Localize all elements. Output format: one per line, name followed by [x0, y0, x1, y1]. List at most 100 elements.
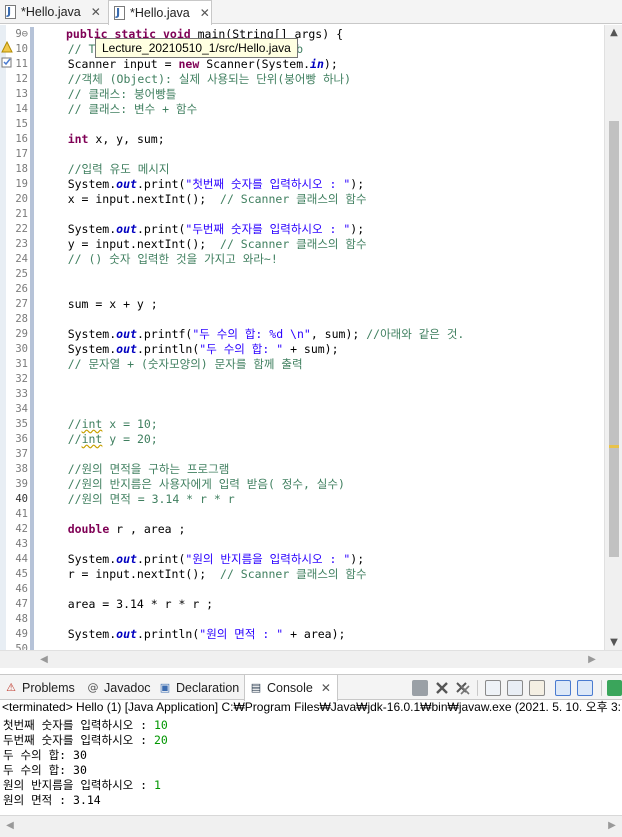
- remove-all-icon[interactable]: [455, 680, 471, 696]
- line-number: 25: [15, 268, 28, 280]
- code-line[interactable]: //int x = 10;: [40, 417, 158, 432]
- code-line[interactable]: //int y = 20;: [40, 432, 158, 447]
- declaration-icon: ▣: [159, 680, 171, 694]
- line-number: 27: [15, 298, 28, 310]
- word-wrap-icon[interactable]: [507, 680, 523, 696]
- console-output[interactable]: 첫번째 숫자를 입력하시오 : 10 두번째 숫자를 입력하시오 : 20 두 수의…: [0, 716, 622, 816]
- scroll-right-icon[interactable]: ▶: [604, 816, 620, 836]
- code-line[interactable]: double r , area ;: [40, 522, 186, 537]
- change-marker: [30, 327, 34, 342]
- code-line[interactable]: area = 3.14 * r * r ;: [40, 597, 213, 612]
- tab-console[interactable]: ▤ Console ✕: [244, 675, 338, 701]
- scroll-left-icon[interactable]: ◀: [2, 816, 18, 836]
- console-line: 원의 면적 : 3.14: [3, 793, 101, 808]
- code-line[interactable]: y = input.nextInt(); // Scanner 클래스의 함수: [40, 237, 367, 252]
- pin-console-icon[interactable]: [529, 680, 545, 696]
- code-line[interactable]: //원의 반지름은 사용자에게 입력 받음( 정수, 실수): [40, 477, 345, 492]
- code-line[interactable]: //객체 (Object): 실제 사용되는 단위(붕어빵 하나): [40, 72, 351, 87]
- console-user-input: 10: [154, 718, 168, 732]
- change-marker: [30, 192, 34, 207]
- code-line[interactable]: System.out.printf("두 수의 합: %d \n", sum);…: [40, 327, 465, 342]
- line-number: 18: [15, 163, 28, 175]
- console-prompt: 두번째 숫자를 입력하시오 :: [3, 733, 154, 747]
- code-line[interactable]: //원의 면적을 구하는 프로그램: [40, 462, 230, 477]
- close-icon[interactable]: ✕: [321, 681, 331, 695]
- change-marker: [30, 147, 34, 162]
- line-number: 16: [15, 133, 28, 145]
- console-launch-header: <terminated> Hello (1) [Java Application…: [2, 700, 621, 714]
- close-icon[interactable]: ✕: [200, 6, 210, 20]
- code-line[interactable]: System.out.print("원의 반지름을 입력하시오 : ");: [40, 552, 364, 567]
- change-marker: [30, 27, 34, 42]
- code-line[interactable]: //입력 유도 메시지: [40, 162, 170, 177]
- code-line[interactable]: System.out.println("원의 면적 : " + area);: [40, 627, 346, 642]
- change-marker: [30, 342, 34, 357]
- change-marker: [30, 537, 34, 552]
- line-number: 39: [15, 478, 28, 490]
- code-line[interactable]: System.out.print("첫번째 숫자를 입력하시오 : ");: [40, 177, 364, 192]
- console-horizontal-scrollbar[interactable]: ◀ ▶: [0, 815, 622, 837]
- show-stderr-icon[interactable]: [577, 680, 593, 696]
- scroll-thumb[interactable]: [609, 121, 619, 557]
- warning-marker[interactable]: [609, 445, 619, 448]
- code-line[interactable]: r = input.nextInt(); // Scanner 클래스의 함수: [40, 567, 367, 582]
- console-icon: ▤: [250, 681, 262, 694]
- change-marker: [30, 372, 34, 387]
- line-number: 41: [15, 508, 28, 520]
- editor-tab-hello-1[interactable]: J *Hello.java ✕: [0, 0, 106, 24]
- scroll-lock-icon[interactable]: [485, 680, 501, 696]
- file-path-tooltip: Lecture_20210510_1/src/Hello.java: [95, 38, 298, 58]
- change-marker: [30, 177, 34, 192]
- line-number: 12: [15, 73, 28, 85]
- code-line[interactable]: //원의 면적 = 3.14 * r * r: [40, 492, 235, 507]
- close-icon[interactable]: ✕: [91, 5, 101, 19]
- line-number: 33: [15, 388, 28, 400]
- code-line[interactable]: Scanner input = new Scanner(System.in);: [40, 57, 338, 72]
- line-number: 38: [15, 463, 28, 475]
- editor-tab-bar: J *Hello.java ✕ J *Hello.java ✕: [0, 0, 622, 25]
- editor-tab-label: *Hello.java: [21, 5, 81, 19]
- code-editor[interactable]: 9⊖ public static void main(String[] args)…: [0, 25, 622, 653]
- vertical-scrollbar[interactable]: ▲ ▼: [604, 25, 622, 653]
- code-line[interactable]: x = input.nextInt(); // Scanner 클래스의 함수: [40, 192, 367, 207]
- code-line[interactable]: System.out.println("두 수의 합: " + sum);: [40, 342, 339, 357]
- change-marker: [30, 207, 34, 222]
- console-line: 두 수의 합: 30: [3, 748, 87, 763]
- code-line[interactable]: // 클래스: 변수 + 함수: [40, 102, 197, 117]
- scroll-down-icon[interactable]: ▼: [605, 635, 622, 651]
- show-stdout-icon[interactable]: [555, 680, 571, 696]
- code-line[interactable]: // () 숫자 입력한 것을 가지고 와라~!: [40, 252, 278, 267]
- line-number: 46: [15, 583, 28, 595]
- code-line[interactable]: int x, y, sum;: [40, 132, 165, 147]
- code-line[interactable]: // 클래스: 붕어빵틀: [40, 87, 177, 102]
- scroll-right-icon[interactable]: ▶: [584, 651, 600, 669]
- line-number: 36: [15, 433, 28, 445]
- code-line[interactable]: sum = x + y ;: [40, 297, 158, 312]
- line-number: 24: [15, 253, 28, 265]
- remove-launch-icon[interactable]: [434, 680, 450, 696]
- change-marker: [30, 507, 34, 522]
- scroll-left-icon[interactable]: ◀: [36, 651, 52, 669]
- problems-icon: ⚠: [6, 680, 16, 694]
- tab-label: Console: [267, 681, 313, 695]
- console-line: 두 수의 합: 30: [3, 763, 87, 778]
- line-number: 47: [15, 598, 28, 610]
- change-marker: [30, 102, 34, 117]
- terminate-icon[interactable]: [412, 680, 428, 696]
- line-number: 15: [15, 118, 28, 130]
- console-prompt: 첫번째 숫자를 입력하시오 :: [3, 718, 154, 732]
- line-number: 20: [15, 193, 28, 205]
- tab-problems[interactable]: ⚠ Problems: [4, 675, 75, 700]
- scroll-up-icon[interactable]: ▲: [605, 25, 622, 41]
- code-line[interactable]: // 문자열 + (숫자모양의) 문자를 함께 출력: [40, 357, 303, 372]
- console-prompt: 두 수의 합: 30: [3, 748, 87, 762]
- change-marker: [30, 117, 34, 132]
- tab-declaration[interactable]: ▣ Declaration: [158, 675, 239, 700]
- horizontal-scrollbar[interactable]: ◀ ▶: [0, 650, 622, 668]
- tab-javadoc[interactable]: @ Javadoc: [86, 675, 151, 700]
- console-prompt: 원의 면적 : 3.14: [3, 793, 101, 807]
- open-console-icon[interactable]: [607, 680, 622, 696]
- toolbar-separator: [601, 680, 602, 696]
- editor-tab-hello-2[interactable]: J *Hello.java ✕: [108, 0, 212, 25]
- code-line[interactable]: System.out.print("두번째 숫자를 입력하시오 : ");: [40, 222, 364, 237]
